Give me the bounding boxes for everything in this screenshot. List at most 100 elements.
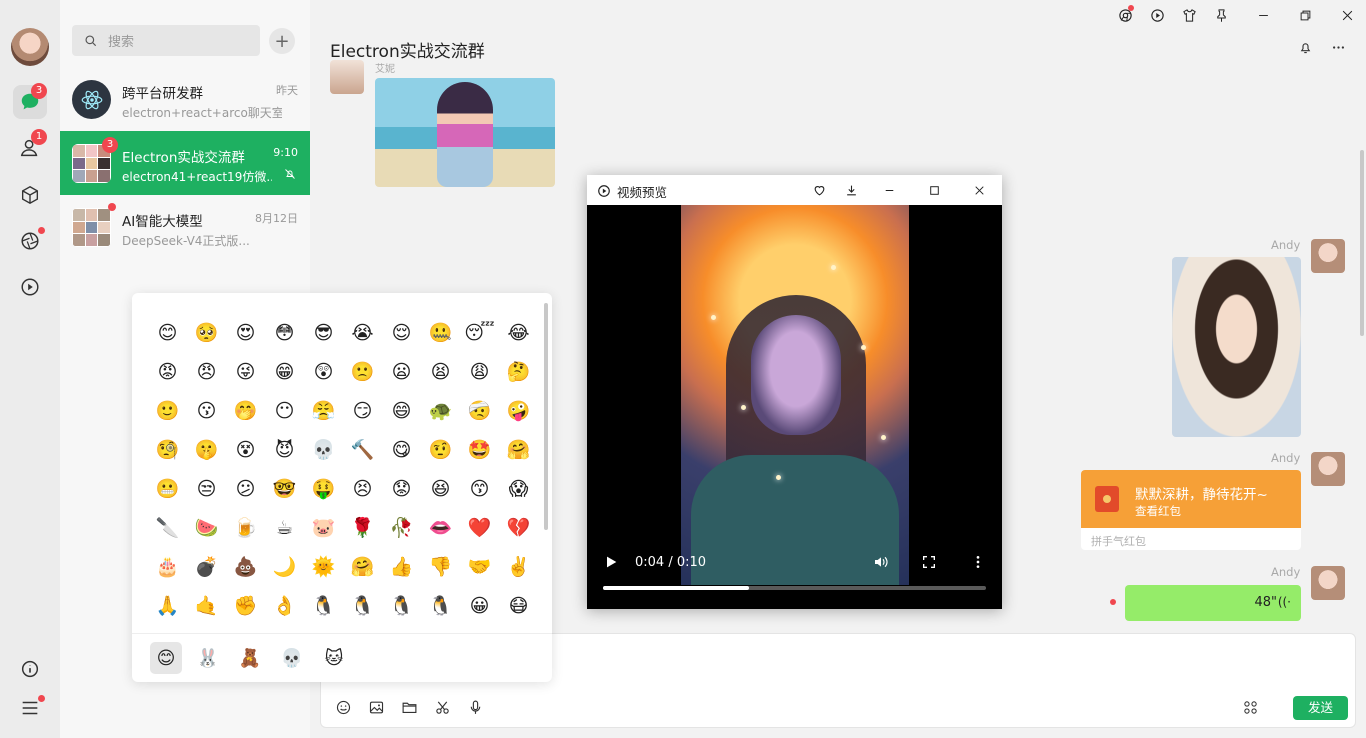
- restore-button[interactable]: [1296, 6, 1314, 24]
- emoji-item[interactable]: 😀: [460, 586, 499, 625]
- emoji-item[interactable]: 😍: [226, 313, 265, 352]
- emoji-item[interactable]: 🤓: [265, 469, 304, 508]
- emoji-item[interactable]: 💣: [187, 547, 226, 586]
- video-frame[interactable]: [681, 205, 909, 585]
- emoji-item[interactable]: 🍉: [187, 508, 226, 547]
- emoji-item[interactable]: 😲: [304, 352, 343, 391]
- emoji-item[interactable]: 🤑: [304, 469, 343, 508]
- avatar[interactable]: [330, 60, 364, 94]
- conversation-item[interactable]: 跨平台研发群 昨天 electron+react+arco聊天室: [60, 67, 310, 131]
- image-button[interactable]: [367, 698, 386, 717]
- emoji-item[interactable]: 👎: [421, 547, 460, 586]
- avatar[interactable]: [1311, 452, 1345, 486]
- play-button[interactable]: [603, 554, 619, 574]
- emoji-item[interactable]: 😂: [499, 313, 538, 352]
- emoji-item[interactable]: 🌹: [343, 508, 382, 547]
- emoji-item[interactable]: 😁: [265, 352, 304, 391]
- emoji-item[interactable]: 😴: [460, 313, 499, 352]
- chat-scrollbar[interactable]: [1360, 150, 1364, 336]
- video-more-button[interactable]: [970, 554, 986, 574]
- emoji-item[interactable]: 🤐: [421, 313, 460, 352]
- emoji-item[interactable]: 😋: [382, 430, 421, 469]
- emoji-item[interactable]: 😤: [304, 391, 343, 430]
- user-avatar[interactable]: [11, 28, 49, 66]
- emoji-item[interactable]: ❤️: [460, 508, 499, 547]
- emoji-item[interactable]: 🥺: [187, 313, 226, 352]
- emoji-tab[interactable]: 💀: [276, 642, 308, 674]
- emoji-item[interactable]: ✌️: [499, 547, 538, 586]
- emoji-item[interactable]: 🐷: [304, 508, 343, 547]
- emoji-item[interactable]: 🤭: [226, 391, 265, 430]
- emoji-item[interactable]: 🐢: [421, 391, 460, 430]
- fullscreen-button[interactable]: [921, 554, 937, 574]
- emoji-button[interactable]: [334, 698, 353, 717]
- emoji-item[interactable]: 😷: [499, 586, 538, 625]
- moments-nav-button[interactable]: [13, 224, 47, 258]
- red-packet-message[interactable]: 默默深耕，静待花开~ 查看红包 拼手气红包: [1081, 470, 1301, 550]
- emoji-item[interactable]: 😊: [265, 625, 304, 633]
- emoji-item[interactable]: 😒: [187, 469, 226, 508]
- volume-button[interactable]: [873, 554, 889, 574]
- emoji-item[interactable]: 🤫: [187, 430, 226, 469]
- emoji-item[interactable]: 😆: [421, 469, 460, 508]
- emoji-item[interactable]: 🐧: [304, 586, 343, 625]
- emoji-item[interactable]: 💀: [304, 430, 343, 469]
- emoji-item[interactable]: 😜: [226, 352, 265, 391]
- emoji-item[interactable]: 🧐: [148, 430, 187, 469]
- close-button[interactable]: [1338, 6, 1356, 24]
- emoji-item[interactable]: 😳: [265, 313, 304, 352]
- conversation-item[interactable]: AI智能大模型 8月12日 DeepSeek-V4正式版...: [60, 195, 310, 259]
- emoji-item[interactable]: 😊: [226, 625, 265, 633]
- minimize-button[interactable]: [1254, 6, 1272, 24]
- emoji-item[interactable]: 💔: [499, 508, 538, 547]
- emoji-item[interactable]: 🍺: [226, 508, 265, 547]
- emoji-item[interactable]: 😊: [148, 313, 187, 352]
- voice-button[interactable]: [466, 698, 485, 717]
- emoji-item[interactable]: 😊: [187, 625, 226, 633]
- emoji-item[interactable]: 😕: [226, 469, 265, 508]
- emoji-item[interactable]: 🤗: [343, 547, 382, 586]
- emoji-tab[interactable]: 🐰: [192, 642, 224, 674]
- video-close-button[interactable]: [971, 182, 987, 198]
- emoji-item[interactable]: 😊: [382, 625, 421, 633]
- emoji-item[interactable]: ☕: [265, 508, 304, 547]
- image-message[interactable]: [375, 78, 555, 187]
- emoji-item[interactable]: 🤔: [499, 352, 538, 391]
- emoji-item[interactable]: 🤨: [421, 430, 460, 469]
- menu-nav-button[interactable]: [13, 691, 47, 725]
- emoji-item[interactable]: 😙: [460, 469, 499, 508]
- emoji-item[interactable]: 🤩: [460, 430, 499, 469]
- emoji-item[interactable]: 😱: [499, 469, 538, 508]
- emoji-item[interactable]: 😊: [421, 625, 460, 633]
- emoji-item[interactable]: 😏: [343, 391, 382, 430]
- screenshot-button[interactable]: [433, 698, 452, 717]
- emoji-item[interactable]: ✊: [226, 586, 265, 625]
- emoji-item[interactable]: 😶: [265, 391, 304, 430]
- emoji-tab[interactable]: 🐱: [318, 642, 350, 674]
- conversation-item-active[interactable]: 3 Electron实战交流群 9:10 electron41+react19仿…: [60, 131, 310, 195]
- emoji-item[interactable]: 😈: [265, 430, 304, 469]
- emoji-item[interactable]: 😄: [382, 391, 421, 430]
- emoji-item[interactable]: 🤗: [499, 430, 538, 469]
- emoji-item[interactable]: 😡: [148, 352, 187, 391]
- favorite-button[interactable]: [811, 182, 827, 198]
- add-button[interactable]: +: [269, 28, 295, 54]
- media-button[interactable]: [1148, 6, 1166, 24]
- emoji-item[interactable]: 😩: [460, 352, 499, 391]
- avatar[interactable]: [1311, 239, 1345, 273]
- contacts-nav-button[interactable]: 1: [13, 129, 47, 165]
- bell-icon[interactable]: [1298, 40, 1313, 55]
- emoji-item[interactable]: 😬: [148, 469, 187, 508]
- emoji-item[interactable]: 🤝: [460, 547, 499, 586]
- video-minimize-button[interactable]: [881, 182, 897, 198]
- emoji-item[interactable]: 🌞: [304, 547, 343, 586]
- info-nav-button[interactable]: [13, 652, 47, 686]
- chrome-button[interactable]: [1116, 5, 1134, 24]
- emoji-item[interactable]: 😊: [148, 625, 187, 633]
- pin-button[interactable]: [1212, 6, 1230, 24]
- emoji-item[interactable]: 😟: [382, 469, 421, 508]
- emoji-item[interactable]: 😌: [382, 313, 421, 352]
- video-nav-button[interactable]: [13, 270, 47, 304]
- emoji-item[interactable]: 😊: [499, 625, 538, 633]
- emoji-item[interactable]: 😊: [460, 625, 499, 633]
